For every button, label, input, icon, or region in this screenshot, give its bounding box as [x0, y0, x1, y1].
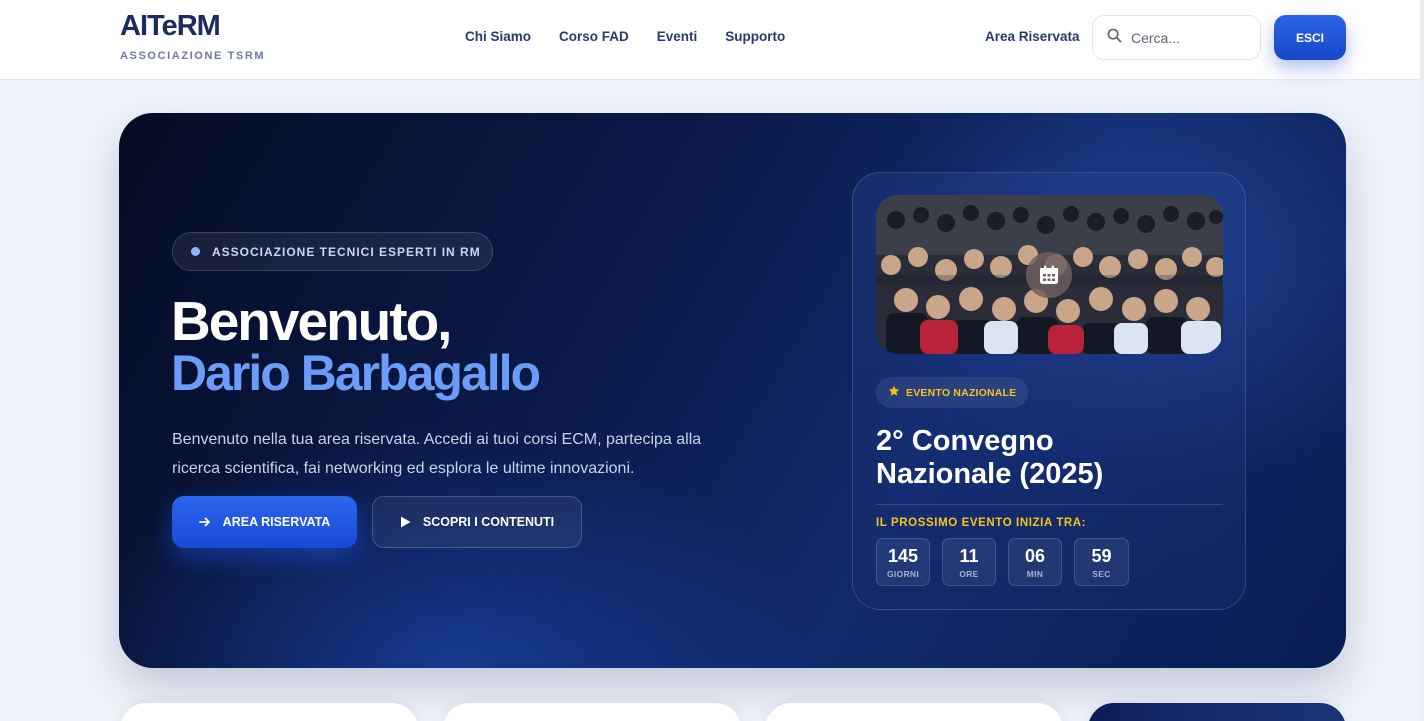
feature-card[interactable]	[120, 703, 418, 721]
countdown-unit: SEC	[1092, 568, 1111, 579]
countdown-unit: GIORNI	[886, 568, 920, 579]
search-input[interactable]	[1131, 29, 1251, 46]
countdown-seconds: 59 SEC	[1074, 538, 1129, 586]
feature-card[interactable]	[765, 703, 1063, 721]
logo-subtitle: ASSOCIAZIONE TSRM	[120, 50, 266, 62]
nav-supporto[interactable]: Supporto	[725, 29, 785, 44]
logout-button[interactable]: ESCI	[1274, 15, 1346, 60]
feature-card-dark[interactable]	[1088, 703, 1346, 721]
feature-card[interactable]	[443, 703, 741, 721]
logo-title: AITeRM	[120, 10, 221, 42]
search-box[interactable]	[1092, 15, 1261, 60]
countdown-unit: ORE	[959, 568, 979, 579]
area-riservata-link[interactable]: Area Riservata	[985, 29, 1080, 44]
calendar-icon	[1026, 252, 1072, 298]
divider	[876, 504, 1223, 505]
countdown-value: 145	[887, 545, 919, 566]
association-badge: ASSOCIAZIONE TECNICI ESPERTI IN RM	[172, 232, 493, 271]
countdown-minutes: 06 MIN	[1008, 538, 1062, 586]
badge-text: ASSOCIAZIONE TECNICI ESPERTI IN RM	[212, 244, 481, 259]
nav-corso-fad[interactable]: Corso FAD	[559, 29, 629, 44]
main-nav: Chi Siamo Corso FAD Eventi Supporto	[465, 29, 785, 44]
countdown-value: 59	[1091, 545, 1112, 566]
logo[interactable]: AITeRM ASSOCIAZIONE TSRM	[120, 10, 265, 62]
play-icon	[400, 516, 411, 528]
intro-text: Benvenuto nella tua area riservata. Acce…	[172, 431, 702, 477]
countdown-value: 06	[1024, 545, 1046, 566]
greeting-heading: Benvenuto,	[171, 290, 452, 352]
countdown-unit: MIN	[1026, 568, 1044, 579]
countdown-label: IL PROSSIMO EVENTO INIZIA TRA:	[876, 517, 1087, 529]
nav-eventi[interactable]: Eventi	[657, 29, 698, 44]
arrow-right-icon	[198, 516, 211, 528]
countdown: 145 GIORNI 11 ORE 06 MIN 59 SEC	[876, 538, 1129, 586]
star-icon	[888, 384, 900, 402]
scopri-contenuti-button[interactable]: SCOPRI I CONTENUTI	[372, 496, 582, 548]
badge-dot-icon	[191, 247, 200, 256]
countdown-value: 11	[959, 545, 979, 566]
area-riservata-button-label: AREA RISERVATA	[222, 515, 331, 529]
site-header: AITeRM ASSOCIAZIONE TSRM Chi Siamo Corso…	[0, 0, 1424, 80]
area-riservata-button[interactable]: AREA RISERVATA	[172, 496, 357, 548]
hero-banner: ASSOCIAZIONE TECNICI ESPERTI IN RM Benve…	[119, 113, 1346, 668]
countdown-hours: 11 ORE	[942, 538, 996, 586]
nav-chi-siamo[interactable]: Chi Siamo	[465, 29, 531, 44]
user-name: Dario Barbagallo	[171, 345, 541, 401]
event-card[interactable]: EVENTO NAZIONALE 2° Convegno Nazionale (…	[852, 172, 1246, 610]
event-tag: EVENTO NAZIONALE	[876, 377, 1028, 408]
search-icon	[1107, 28, 1122, 48]
scopri-contenuti-button-label: SCOPRI I CONTENUTI	[422, 515, 555, 529]
event-tag-label: EVENTO NAZIONALE	[906, 386, 1017, 399]
event-photo	[876, 195, 1223, 354]
event-title: 2° Convegno Nazionale (2025)	[876, 425, 1104, 490]
scrollbar[interactable]	[1420, 0, 1424, 721]
countdown-days: 145 GIORNI	[876, 538, 930, 586]
